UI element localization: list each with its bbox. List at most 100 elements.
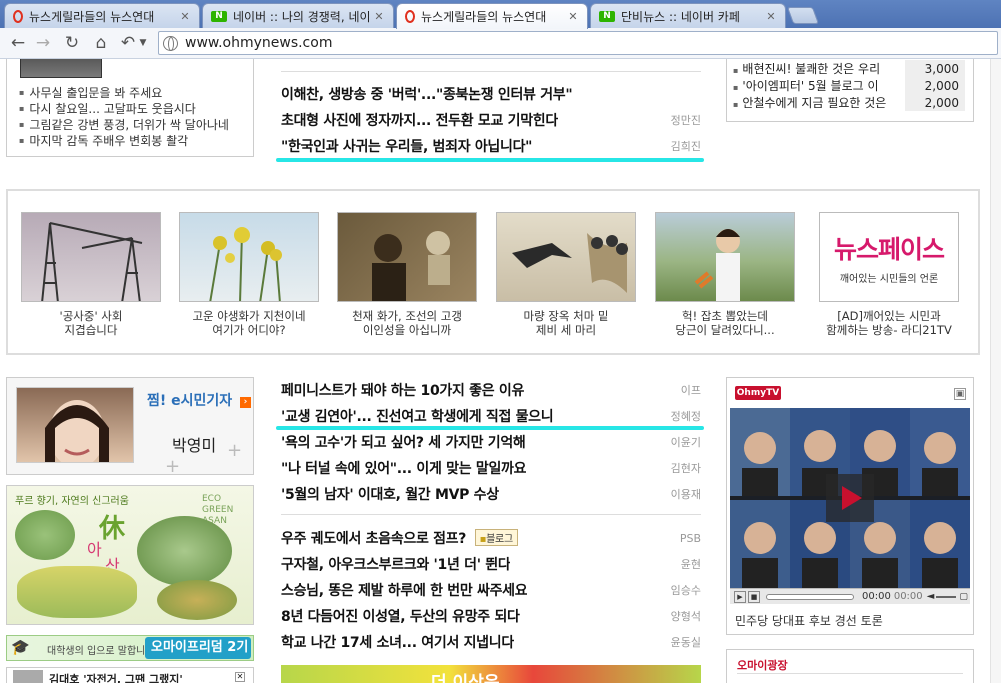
headline[interactable]: 구자철, 아우크스부르크와 '1년 더' 뛴다 [281, 554, 510, 574]
news-row[interactable]: 이해찬, 생방송 중 '버럭'..."종북논쟁 인터뷰 거부" [281, 81, 701, 107]
byline: 정만진 [670, 114, 701, 127]
tab-ohmynews-1[interactable]: 뉴스게릴라들의 뉴스연대 ✕ [4, 3, 200, 28]
tab-title: 단비뉴스 :: 네이버 카페 [621, 9, 740, 24]
close-tab-icon[interactable]: ✕ [373, 10, 385, 23]
citizen-reporter-box[interactable]: 찜! e시민기자 › 박영미 + + [6, 377, 254, 477]
left-top-box: 사무실 출입문을 봐 주세요 다시 찰요일... 고달파도 웃읍시다 그림같은 … [6, 59, 254, 157]
headline[interactable]: 학교 나간 17세 소녀... 여기서 지냅니다 [281, 632, 514, 652]
photo-caption[interactable]: 마량 장옥 처마 밑 제비 세 마리 [496, 309, 636, 337]
newspace-logo[interactable]: 뉴스페이스 깨어있는 시민들의 언론 [819, 212, 959, 302]
forward-arrow-icon[interactable]: → [31, 32, 55, 54]
thumbnail-image[interactable] [20, 59, 102, 78]
list-item[interactable]: 그림같은 강변 풍경, 더위가 싹 달아나네 [19, 117, 249, 133]
table-row[interactable]: ▪ '아이엠피터' 5월 블로그 이 2,000 [733, 77, 965, 94]
photo-card[interactable]: 천재 화가, 조선의 고갱 이인성을 아십니까 [337, 212, 477, 337]
photo-thumbnail[interactable] [655, 212, 795, 302]
home-icon[interactable]: ⌂ [89, 32, 113, 54]
headline[interactable]: 페미니스트가 돼야 하는 10가지 좋은 이유 [281, 380, 524, 400]
ranking-title[interactable]: ▪ 안철수에게 지금 필요한 것은 [733, 94, 905, 111]
headline[interactable]: '5월의 남자' 이대호, 월간 MVP 수상 [281, 484, 499, 504]
volume-icon[interactable]: ◄ [927, 591, 935, 602]
headline[interactable]: 우주 궤도에서 초음속으로 점프? ▪블로그 [281, 528, 518, 548]
photo-caption[interactable]: 헉! 잡초 뽑았는데 당근이 달려있다니... [655, 309, 795, 337]
photo-caption[interactable]: '공사중' 사회 지겹습니다 [21, 309, 161, 337]
divider [737, 673, 963, 674]
photo-caption[interactable]: 고운 야생화가 지천이네 여기가 어디야? [179, 309, 319, 337]
back-arrow-icon[interactable]: ← [6, 32, 30, 54]
left-bottom-item[interactable]: 김대호 '자전거, 그땐 그랬지' ✕ [6, 667, 254, 683]
video-caption[interactable]: 민주당 당대표 후보 경선 토론 [735, 612, 883, 629]
news-row[interactable]: "한국인과 사귀는 우리들, 범죄자 아닙니다" 김희진 [281, 133, 701, 159]
item-title[interactable]: 김대호 '자전거, 그땐 그랬지' [49, 671, 183, 683]
expand-icon[interactable]: ▣ [954, 388, 966, 400]
news-row[interactable]: 학교 나간 17세 소녀... 여기서 지냅니다 윤동실 [281, 629, 701, 655]
headline[interactable]: '교생 김연아'... 진선여고 학생에게 직접 물으니 [281, 406, 553, 426]
headline[interactable]: 초대형 사진에 정자까지... 전두환 모교 기막힌다 [281, 110, 558, 130]
ohmy-square-title[interactable]: 오마이광장 [737, 657, 788, 673]
headline[interactable]: 이해찬, 생방송 중 '버럭'..."종북논쟁 인터뷰 거부" [281, 84, 572, 104]
stop-icon[interactable]: ■ [748, 590, 760, 603]
headline[interactable]: "한국인과 사귀는 우리들, 범죄자 아닙니다" [281, 136, 532, 156]
headline[interactable]: 8년 다듬어진 이성열, 두산의 유망주 되다 [281, 606, 520, 626]
news-row[interactable]: 우주 궤도에서 초음속으로 점프? ▪블로그 PSB [281, 525, 701, 551]
news-row[interactable]: "나 터널 속에 있어"... 이게 맞는 말일까요 김현자 [281, 455, 701, 481]
photo-thumbnail[interactable] [21, 212, 161, 302]
close-tab-icon[interactable]: ✕ [765, 10, 777, 23]
table-row[interactable]: ▪ 안철수에게 지금 필요한 것은 2,000 [733, 94, 965, 111]
new-tab-button[interactable] [786, 7, 820, 24]
photo-card[interactable]: 마량 장옥 처마 밑 제비 세 마리 [496, 212, 636, 337]
news-row[interactable]: '욕의 고수'가 되고 싶어? 세 가지만 기억해 이윤기 [281, 429, 701, 455]
headline[interactable]: "나 터널 속에 있어"... 이게 맞는 말일까요 [281, 458, 526, 478]
photo-caption[interactable]: 천재 화가, 조선의 고갱 이인성을 아십니까 [337, 309, 477, 337]
tab-danbi-news[interactable]: N 단비뉴스 :: 네이버 카페 ✕ [590, 3, 786, 28]
news-row[interactable]: 스승님, 똥은 제발 하루에 한 번만 싸주세요 임승수 [281, 577, 701, 603]
headline[interactable]: '욕의 고수'가 되고 싶어? 세 가지만 기억해 [281, 432, 526, 452]
headline[interactable]: 스승님, 똥은 제발 하루에 한 번만 싸주세요 [281, 580, 527, 600]
close-tab-icon[interactable]: ✕ [179, 10, 191, 23]
scrollbar[interactable] [990, 59, 1001, 683]
photo-card[interactable]: '공사중' 사회 지겹습니다 [21, 212, 161, 337]
ohmynews-favicon [13, 9, 23, 23]
photo-caption[interactable]: [AD]깨어있는 시민과 함께하는 방송- 라디21TV [819, 309, 959, 337]
fullscreen-icon[interactable]: ▢ [959, 592, 968, 602]
ranking-title[interactable]: ▪ '아이엠피터' 5월 블로그 이 [733, 77, 905, 94]
address-bar[interactable]: www.ohmynews.com [158, 31, 998, 55]
photo-card[interactable]: 헉! 잡초 뽑았는데 당근이 달려있다니... [655, 212, 795, 337]
asan-ad-banner[interactable]: 푸르 향기, 자연의 신그러움 ECO GREEN ASAN 休 아 산 [6, 485, 254, 625]
news-row[interactable]: 8년 다듬어진 이성열, 두산의 유망주 되다 양형석 [281, 603, 701, 629]
url-text[interactable]: www.ohmynews.com [185, 35, 332, 51]
volume-slider[interactable] [936, 595, 957, 598]
banner-text: 더 이상은 [431, 673, 500, 683]
list-item[interactable]: 사무실 출입문을 봐 주세요 [19, 85, 249, 101]
seek-bar[interactable] [766, 593, 854, 600]
ranking-title[interactable]: ▪ 배현진씨! 불쾌한 것은 우리 [733, 60, 905, 77]
reporter-photo[interactable] [16, 387, 134, 463]
reporter-name[interactable]: 박영미 [172, 432, 216, 456]
list-item[interactable]: 다시 찰요일... 고달파도 웃읍시다 [19, 101, 249, 117]
news-row[interactable]: '5월의 남자' 이대호, 월간 MVP 수상 이용재 [281, 481, 701, 507]
arrow-right-icon[interactable]: › [240, 397, 252, 408]
play-icon[interactable]: ▶ [734, 590, 746, 603]
chevron-down-icon[interactable]: ▼ [137, 32, 149, 54]
table-row[interactable]: ▪ 배현진씨! 불쾌한 것은 우리 3,000 [733, 60, 965, 77]
close-icon[interactable]: ✕ [235, 672, 245, 682]
tab-naver[interactable]: N 네이버 :: 나의 경쟁력, 네이 ✕ [202, 3, 394, 28]
photo-thumbnail[interactable] [179, 212, 319, 302]
bottom-banner[interactable]: 더 이상은 [281, 665, 701, 683]
reload-icon[interactable]: ↻ [60, 32, 84, 54]
photo-card[interactable]: 고운 야생화가 지천이네 여기가 어디야? [179, 212, 319, 337]
news-row[interactable]: 구자철, 아우크스부르크와 '1년 더' 뛴다 윤현 [281, 551, 701, 577]
photo-thumbnail[interactable] [496, 212, 636, 302]
ad-photo [17, 566, 137, 618]
close-tab-icon[interactable]: ✕ [567, 10, 579, 23]
blog-tag[interactable]: ▪블로그 [474, 529, 518, 546]
news-row[interactable]: 초대형 사진에 정자까지... 전두환 모교 기막힌다 정만진 [281, 107, 701, 133]
photo-card-ad[interactable]: 뉴스페이스 깨어있는 시민들의 언론 [AD]깨어있는 시민과 함께하는 방송- … [819, 212, 959, 337]
photo-thumbnail[interactable] [337, 212, 477, 302]
citizen-reporter-title[interactable]: 찜! e시민기자 › [147, 390, 252, 410]
tab-ohmynews-active[interactable]: 뉴스게릴라들의 뉴스연대 ✕ [396, 3, 588, 29]
news-row[interactable]: 페미니스트가 돼야 하는 10가지 좋은 이유 이프 [281, 377, 701, 403]
list-item[interactable]: 마지막 감독 주배우 변회봉 촬각 [19, 133, 249, 149]
video-player[interactable] [730, 408, 970, 588]
school-banner[interactable]: 🎓 대학생의 입으로 말합니다 오마이프리덤 2기 [6, 635, 254, 661]
